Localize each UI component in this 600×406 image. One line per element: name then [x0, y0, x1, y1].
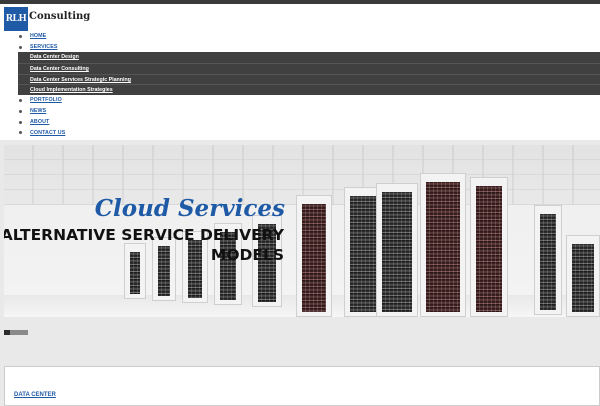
hero-title: Cloud Services	[94, 195, 285, 222]
bullet-icon	[19, 131, 22, 135]
nav-item-portfolio[interactable]: PORTFOLIO	[4, 95, 600, 106]
submenu-item-cloud-strategies[interactable]: Cloud Implementation Strategies	[18, 84, 600, 95]
submenu-item-data-center-consulting[interactable]: Data Center Consulting	[18, 63, 600, 74]
bullet-icon	[19, 120, 22, 124]
server-rack-image	[566, 235, 600, 317]
nav-item-services[interactable]: SERVICES	[4, 42, 600, 53]
bullet-icon	[19, 99, 22, 103]
server-rack-image	[376, 183, 418, 317]
slider-dot[interactable]	[22, 330, 28, 335]
submenu-item-strategic-planning[interactable]: Data Center Services Strategic Planning	[18, 73, 600, 85]
nav-item-label[interactable]: SERVICES	[30, 44, 58, 50]
server-rack-image	[470, 177, 508, 317]
nav-item-label[interactable]: CONTACT US	[30, 130, 65, 136]
nav-item-news[interactable]: NEWS	[4, 106, 600, 117]
services-submenu: Data Center Design Data Center Consultin…	[18, 52, 600, 96]
nav-item-label[interactable]: PORTFOLIO	[30, 97, 62, 103]
nav-item-home[interactable]: HOME	[4, 31, 600, 42]
hero-subtitle: ALTERNATIVE SERVICE DELIVERY MODELS	[4, 226, 284, 264]
submenu-item-label[interactable]: Data Center Consulting	[30, 66, 89, 72]
bullet-icon	[19, 45, 22, 49]
main-nav: HOME SERVICES Data Center Design Data Ce…	[4, 31, 600, 138]
nav-item-label[interactable]: HOME	[30, 33, 46, 39]
submenu-item-label[interactable]: Cloud Implementation Strategies	[30, 87, 113, 93]
server-rack-image	[296, 195, 332, 317]
server-rack-image	[534, 205, 562, 315]
content-section: DATA CENTER	[4, 366, 600, 406]
bullet-icon	[19, 35, 22, 38]
nav-item-label[interactable]: ABOUT	[30, 119, 49, 125]
logo-text[interactable]: Consulting	[29, 11, 90, 22]
nav-item-label[interactable]: NEWS	[30, 108, 46, 114]
site-header: RLH Consulting HOME SERVICES Data Center…	[0, 4, 600, 140]
bullet-icon	[19, 109, 22, 113]
submenu-item-label[interactable]: Data Center Design	[30, 54, 79, 60]
data-center-link[interactable]: DATA CENTER	[14, 392, 56, 398]
submenu-item-label[interactable]: Data Center Services Strategic Planning	[30, 77, 131, 83]
hero-banner: Cloud Services ALTERNATIVE SERVICE DELIV…	[4, 145, 600, 317]
slider-pagination	[4, 330, 28, 335]
nav-item-about[interactable]: ABOUT	[4, 117, 600, 128]
nav-item-contact[interactable]: CONTACT US	[4, 127, 600, 138]
submenu-item-data-center-design[interactable]: Data Center Design	[18, 52, 600, 63]
server-rack-image	[420, 173, 466, 317]
logo-mark[interactable]: RLH	[4, 7, 28, 31]
